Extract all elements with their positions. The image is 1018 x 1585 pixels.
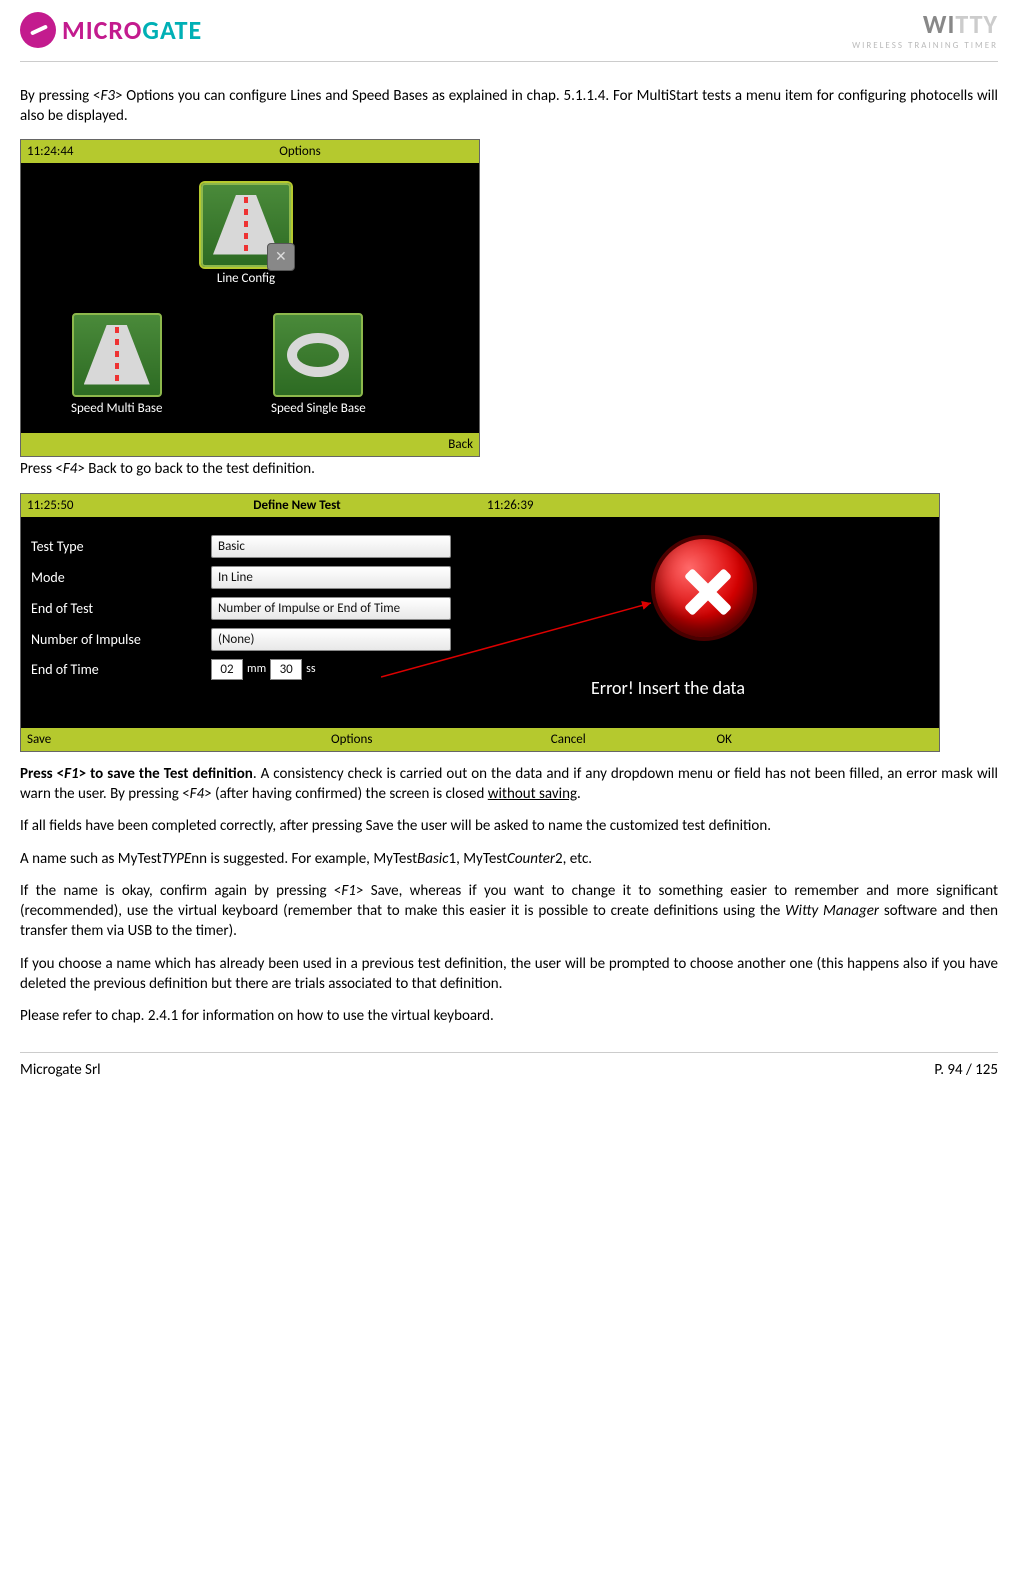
footer-page: P. 94 / 125: [934, 1061, 998, 1079]
row-mode: Mode In Line: [31, 566, 491, 589]
paragraph-confirm: If the name is okay, confirm again by pr…: [20, 881, 998, 942]
divider: [20, 61, 998, 62]
options-buttonbar: Back: [21, 433, 479, 456]
tile-label: Line Config: [201, 271, 291, 286]
tile-speed-multi[interactable]: Speed Multi Base: [71, 313, 162, 416]
paragraph-back: Press <F4> Back to go back to the test d…: [20, 459, 998, 479]
logo-text-b: GATE: [142, 14, 202, 46]
define-buttonbar: Save Options Cancel OK: [21, 728, 939, 751]
label-mm: mm: [247, 662, 266, 676]
logo-circle-icon: [20, 12, 56, 48]
input-mm[interactable]: 02: [211, 659, 243, 680]
row-test-type: Test Type Basic: [31, 535, 491, 558]
define-topbar: 11:25:50 Define New Test 11:26:39: [21, 494, 939, 517]
tile-label: Speed Multi Base: [71, 401, 162, 416]
clock-label: 11:26:39: [447, 498, 933, 513]
ok-button[interactable]: OK: [677, 732, 934, 747]
error-message: Error! Insert the data: [591, 677, 745, 699]
tile-label: Speed Single Base: [271, 401, 366, 416]
label-ss: ss: [306, 662, 315, 676]
tile-line-config[interactable]: Line Config: [201, 183, 291, 286]
paragraph-duplicate: If you choose a name which has already b…: [20, 954, 998, 995]
logo-witty: WITTY WIRELESS TRAINING TIMER: [852, 8, 998, 51]
back-button[interactable]: Back: [362, 437, 474, 452]
label-test-type: Test Type: [31, 538, 211, 555]
speed-single-icon: [273, 313, 363, 397]
tile-speed-single[interactable]: Speed Single Base: [271, 313, 366, 416]
label-end-test: End of Test: [31, 600, 211, 617]
speed-multi-icon: [72, 313, 162, 397]
footer-company: Microgate Srl: [20, 1061, 101, 1079]
input-mode[interactable]: In Line: [211, 566, 451, 589]
page-header: MICROGATE WITTY WIRELESS TRAINING TIMER: [20, 0, 998, 61]
label-num-impulse: Number of Impulse: [31, 631, 211, 648]
page-footer: Microgate Srl P. 94 / 125: [20, 1052, 998, 1095]
arrow-icon: [381, 597, 671, 687]
screenshot-define-test: 11:25:50 Define New Test 11:26:39 Test T…: [20, 493, 940, 752]
error-icon: [651, 535, 757, 641]
input-ss[interactable]: 30: [270, 659, 302, 680]
options-button[interactable]: Options: [244, 732, 461, 747]
paragraph-keyboard: Please refer to chap. 2.4.1 for informat…: [20, 1006, 998, 1026]
witty-b: TTY: [955, 8, 998, 40]
paragraph-naming: A name such as MyTestTYPEnn is suggested…: [20, 849, 998, 869]
clock-label: 11:24:44: [27, 144, 127, 159]
screen-title: Define New Test: [147, 498, 447, 513]
line-config-icon: [201, 183, 291, 267]
screenshot-options: 11:24:44 Options Line Config Speed Multi…: [20, 139, 480, 457]
paragraph-save: Press <F1> to save the Test definition. …: [20, 764, 998, 805]
cancel-button[interactable]: Cancel: [460, 732, 677, 747]
screen-title: Options: [127, 144, 473, 159]
label-mode: Mode: [31, 569, 211, 586]
options-topbar: 11:24:44 Options: [21, 140, 479, 163]
logo-text-a: MICRO: [62, 14, 142, 46]
witty-a: WI: [923, 8, 956, 40]
clock-label: 11:25:50: [27, 498, 147, 513]
paragraph-intro: By pressing <F3> Options you can configu…: [20, 86, 998, 127]
input-test-type[interactable]: Basic: [211, 535, 451, 558]
witty-sub: WIRELESS TRAINING TIMER: [852, 40, 998, 51]
save-button[interactable]: Save: [27, 732, 244, 747]
wrench-icon: [267, 243, 295, 271]
label-end-time: End of Time: [31, 661, 211, 678]
logo-microgate: MICROGATE: [20, 12, 202, 48]
paragraph-fields: If all fields have been completed correc…: [20, 816, 998, 836]
